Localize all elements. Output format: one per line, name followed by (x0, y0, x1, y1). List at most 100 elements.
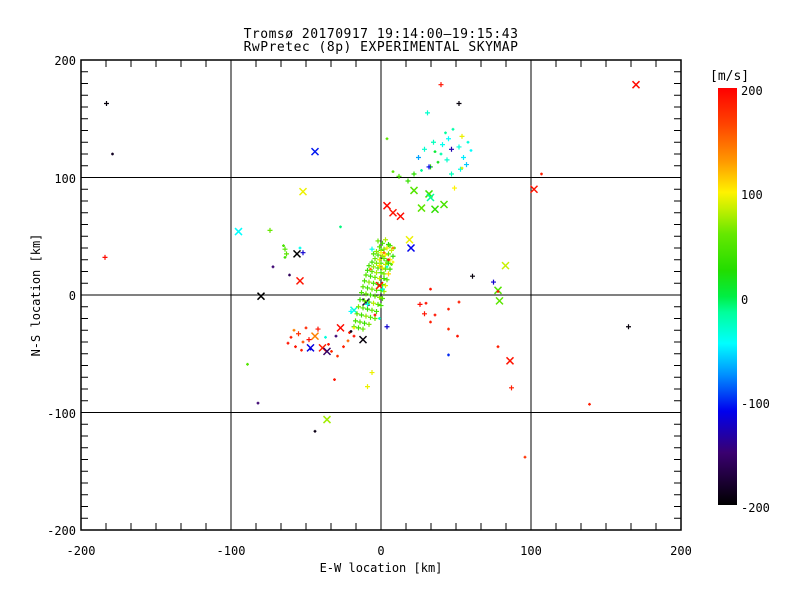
y-tick-label: 0 (68, 289, 76, 303)
colorbar (718, 88, 737, 505)
scatter-point-dot (439, 152, 443, 156)
scatter-point-plus (104, 100, 109, 106)
scatter-point-x (292, 249, 302, 258)
colorbar-tick-label: -100 (741, 396, 770, 411)
scatter-point-dot (424, 301, 428, 305)
scatter-point-plus (359, 290, 364, 296)
scatter-point-plus (369, 286, 375, 292)
x-tick-label: 100 (520, 544, 542, 558)
scatter-point-x (388, 208, 398, 217)
scatter-point-plus (369, 246, 375, 252)
scatter-point-plus (360, 326, 366, 332)
scatter-point-dot (447, 307, 450, 311)
scatter-point-dot (447, 327, 450, 331)
scatter-point-dot (385, 137, 389, 141)
scatter-point-plus (444, 157, 450, 163)
scatter-point-dot (327, 342, 330, 346)
scatter-point-dot (286, 341, 290, 345)
scatter-point-plus (374, 270, 379, 276)
scatter-point-plus (365, 285, 370, 291)
colorbar-tick-label: 0 (741, 292, 749, 307)
scatter-point-x (439, 200, 449, 209)
x-tick-label: 0 (377, 544, 385, 558)
scatter-point-x (501, 261, 510, 270)
scatter-point-dot (294, 345, 297, 349)
scatter-point-dot (466, 140, 470, 144)
scatter-point-dot (300, 348, 303, 352)
scatter-point-dot (334, 334, 338, 338)
scatter-point-plus (365, 306, 370, 312)
scatter-point-plus (440, 142, 445, 148)
scatter-point-plus (366, 279, 372, 285)
scatter-point-dot (324, 335, 327, 339)
scatter-point-plus (371, 280, 376, 286)
scatter-point-x (336, 323, 345, 332)
scatter-point-x (406, 243, 416, 253)
scatter-point-dot (420, 169, 423, 172)
x-tick-label: -200 (66, 544, 96, 558)
colorbar-tick-label: -200 (741, 501, 770, 515)
scatter-point-plus (386, 271, 391, 277)
scatter-point-plus (353, 318, 358, 324)
scatter-point-plus (362, 320, 367, 326)
scatter-point-plus (267, 227, 273, 233)
scatter-point-plus (446, 136, 451, 142)
scatter-point-plus (509, 385, 514, 391)
scatter-point-plus (372, 256, 378, 262)
scatter-point-plus (356, 325, 361, 331)
scatter-point-dot (304, 326, 308, 330)
scatter-point-x (358, 335, 368, 344)
scatter-point-plus (363, 291, 369, 297)
scatter-point-plus (422, 311, 427, 317)
scatter-point-plus (390, 253, 396, 259)
scatter-point-plus (626, 324, 631, 330)
scatter-point-dot (111, 152, 114, 156)
scatter-point-plus (372, 274, 378, 280)
scatter-point-plus (456, 100, 462, 106)
scatter-point-dot (301, 340, 305, 344)
scatter-point-plus (431, 139, 436, 145)
scatter-point-plus (362, 278, 367, 284)
scatter-point-plus (456, 144, 462, 150)
scatter-point-plus (365, 384, 370, 390)
scatter-point-plus (459, 133, 465, 139)
scatter-point-x (298, 187, 308, 196)
scatter-point-dot (429, 287, 432, 291)
scatter-point-plus (357, 319, 363, 325)
scatter-point-plus (374, 308, 379, 314)
scatter-point-plus (368, 292, 373, 298)
scatter-point-plus (366, 263, 372, 269)
scatter-point-plus (464, 162, 469, 168)
scatter-point-dot (457, 300, 461, 304)
scatter-point-plus (369, 370, 375, 376)
scatter-point-plus (366, 321, 372, 327)
scatter-point-dot (288, 273, 291, 277)
scatter-point-plus (372, 316, 378, 321)
scatter-point-plus (368, 273, 373, 279)
scatter-point-plus (470, 273, 475, 279)
scatter-point-plus (449, 171, 454, 177)
scatter-point-x (310, 332, 320, 341)
y-tick-label: 200 (54, 54, 76, 68)
scatter-point-plus (411, 171, 417, 177)
scatter-point-dot (378, 317, 381, 320)
scatter-point-plus (371, 300, 376, 306)
scatter-point-dot (447, 353, 450, 357)
scatter-point-dot (373, 313, 377, 317)
scatter-point-dot (289, 335, 293, 339)
scatter-point-plus (360, 284, 366, 290)
scatter-point-plus (461, 155, 466, 161)
scatter-point-plus (300, 250, 306, 256)
scatter-point-x (409, 186, 419, 195)
scatter-point-dot (256, 401, 260, 405)
skymap-screenshot: { "chart_data": { "type": "scatter", "ti… (0, 0, 800, 600)
scatter-point-dot (330, 350, 333, 353)
scatter-point-plus (369, 307, 375, 313)
scatter-point-dot (451, 127, 455, 131)
scatter-point-plus (396, 173, 402, 179)
scatter-point-plus (384, 324, 390, 330)
scatter-point-x (382, 201, 392, 210)
scatter-point-x (405, 235, 414, 244)
scatter-point-plus (417, 301, 423, 307)
y-tick-label: -200 (47, 524, 76, 538)
